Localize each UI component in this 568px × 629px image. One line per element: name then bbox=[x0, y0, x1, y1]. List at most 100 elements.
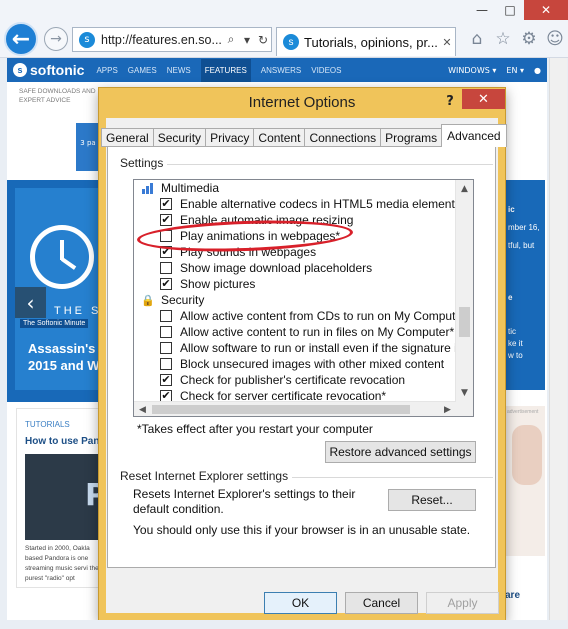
scroll-right-icon[interactable]: ▶ bbox=[439, 402, 456, 416]
promo-box[interactable]: 3 pa bbox=[76, 123, 100, 171]
dialog-close-button[interactable]: ✕ bbox=[462, 89, 505, 109]
settings-option[interactable]: Show image download placeholders bbox=[160, 260, 372, 276]
settings-option[interactable]: Allow software to run or install even if… bbox=[160, 340, 473, 356]
settings-option-label: Enable alternative codecs in HTML5 media… bbox=[180, 197, 466, 211]
settings-horizontal-scrollbar[interactable]: ◀ ▶ bbox=[134, 401, 456, 416]
nav-games[interactable]: GAMES bbox=[128, 60, 157, 81]
settings-list[interactable]: Multimedia ✔ Enable alternative codecs in … bbox=[133, 179, 474, 417]
reset-description: Resets Internet Explorer's settings to t… bbox=[133, 487, 356, 516]
tutorial-image[interactable]: P bbox=[25, 454, 107, 540]
settings-vertical-scrollbar[interactable]: ▲ ▼ bbox=[455, 180, 473, 401]
ad-label: advertisement bbox=[507, 409, 539, 415]
settings-option[interactable]: ✔ Check for publisher's certificate revoc… bbox=[160, 372, 405, 388]
softonic-logo-icon: s bbox=[13, 63, 27, 77]
smiley-icon[interactable]: ☺ bbox=[544, 28, 566, 50]
restart-note: *Takes effect after you restart your com… bbox=[137, 422, 373, 436]
gear-icon[interactable]: ⚙ bbox=[518, 28, 540, 50]
browser-tab[interactable]: s Tutorials, opinions, pr... ✕ bbox=[276, 27, 456, 56]
softonic-logo[interactable]: s softonic bbox=[13, 62, 84, 78]
dropdown-arrow-icon[interactable]: ▾ bbox=[239, 33, 255, 47]
search-icon[interactable]: ⌕ bbox=[223, 32, 239, 47]
checked-checkbox[interactable]: ✔ bbox=[160, 214, 172, 226]
unchecked-checkbox[interactable] bbox=[160, 342, 172, 354]
apply-button[interactable]: Apply bbox=[426, 592, 499, 614]
right-col-line6: ke it bbox=[508, 339, 523, 348]
chevron-left-icon: ‹ bbox=[26, 290, 35, 315]
tab-advanced[interactable]: Advanced bbox=[441, 124, 507, 147]
settings-option-label: Security bbox=[161, 293, 205, 307]
right-col-line1: ic bbox=[508, 205, 515, 214]
reset-button[interactable]: Reset... bbox=[388, 489, 476, 511]
nav-answers[interactable]: ANSWERS bbox=[261, 60, 301, 81]
settings-option[interactable]: ✔ Show pictures bbox=[160, 276, 255, 292]
scroll-left-icon[interactable]: ◀ bbox=[134, 402, 151, 416]
scroll-down-icon[interactable]: ▼ bbox=[456, 384, 473, 401]
tutorial-tag[interactable]: TUTORIALS bbox=[25, 420, 70, 429]
hero-title[interactable]: Assassin's Cre 2015 and Win bbox=[28, 340, 100, 374]
tab-content[interactable]: Content bbox=[253, 128, 306, 147]
minimize-button[interactable]: — bbox=[468, 0, 496, 20]
checked-checkbox[interactable]: ✔ bbox=[160, 374, 172, 386]
unchecked-checkbox[interactable] bbox=[160, 358, 172, 370]
tab-general[interactable]: General bbox=[101, 128, 154, 147]
tab-security[interactable]: Security bbox=[152, 128, 207, 147]
close-window-button[interactable]: ✕ bbox=[524, 0, 568, 20]
windows-selector[interactable]: WINDOWS ▾ bbox=[448, 66, 496, 75]
settings-option[interactable]: Block unsecured images with other mixed … bbox=[160, 356, 444, 372]
vertical-scroll-thumb[interactable] bbox=[459, 307, 470, 337]
site-favicon-icon: s bbox=[79, 31, 95, 48]
settings-category-multimedia: Multimedia bbox=[141, 180, 219, 196]
unchecked-checkbox[interactable] bbox=[160, 310, 172, 322]
tab-programs[interactable]: Programs bbox=[380, 128, 443, 147]
forward-button[interactable]: → bbox=[44, 27, 68, 51]
address-bar[interactable]: s http://features.en.so... ⌕ ▾ ↻ bbox=[72, 27, 272, 52]
checked-checkbox[interactable]: ✔ bbox=[160, 278, 172, 290]
back-button[interactable]: ← bbox=[4, 22, 38, 56]
forward-arrow-icon: → bbox=[50, 31, 62, 47]
carousel-prev-button[interactable]: ‹ bbox=[15, 287, 46, 318]
nav-features[interactable]: FEATURES bbox=[200, 58, 251, 82]
horizontal-scroll-thumb[interactable] bbox=[152, 405, 410, 414]
settings-group-label: Settings bbox=[120, 156, 168, 170]
dialog-help-button[interactable]: ? bbox=[439, 90, 461, 112]
refresh-icon[interactable]: ↻ bbox=[255, 33, 271, 47]
logo-text: softonic bbox=[30, 62, 85, 78]
address-url[interactable]: http://features.en.so... bbox=[101, 33, 223, 47]
right-col-line5: tic bbox=[508, 327, 516, 336]
language-label: EN bbox=[506, 65, 518, 75]
settings-option[interactable]: Allow active content from CDs to run on … bbox=[160, 308, 471, 324]
settings-option-label: Block unsecured images with other mixed … bbox=[180, 357, 445, 371]
checked-checkbox[interactable]: ✔ bbox=[160, 198, 172, 210]
windows-label: WINDOWS bbox=[448, 65, 490, 75]
right-col-line2: mber 16, bbox=[508, 223, 540, 232]
settings-option[interactable]: Allow active content to run in files on … bbox=[160, 324, 454, 340]
tab-privacy[interactable]: Privacy bbox=[205, 128, 255, 147]
settings-group-line bbox=[166, 164, 493, 165]
favorites-star-icon[interactable]: ☆ bbox=[492, 28, 514, 50]
tab-close-icon[interactable]: ✕ bbox=[439, 36, 455, 49]
right-col-line3: tful, but bbox=[508, 241, 535, 250]
tab-favicon-icon: s bbox=[283, 34, 299, 50]
scrollbar-corner bbox=[456, 401, 473, 416]
window-controls: — □ ✕ bbox=[468, 0, 568, 22]
settings-option-label: Show pictures bbox=[180, 277, 256, 291]
maximize-button[interactable]: □ bbox=[496, 0, 524, 20]
unchecked-checkbox[interactable] bbox=[160, 262, 172, 274]
home-icon[interactable]: ⌂ bbox=[466, 28, 488, 50]
scroll-up-icon[interactable]: ▲ bbox=[456, 180, 473, 197]
page-scrollbar[interactable] bbox=[549, 58, 567, 629]
tab-title: Tutorials, opinions, pr... bbox=[304, 34, 438, 50]
user-icon[interactable]: ● bbox=[534, 66, 541, 75]
nav-apps[interactable]: APPS bbox=[96, 60, 117, 81]
ok-button[interactable]: OK bbox=[264, 592, 337, 614]
nav-news[interactable]: NEWS bbox=[167, 60, 191, 81]
right-col-bottom-link[interactable]: are bbox=[505, 590, 520, 601]
nav-videos[interactable]: VIDEOS bbox=[311, 60, 341, 81]
restore-advanced-settings-button[interactable]: Restore advanced settings bbox=[325, 441, 476, 463]
tab-connections[interactable]: Connections bbox=[304, 128, 382, 147]
reset-group-label: Reset Internet Explorer settings bbox=[120, 469, 293, 483]
language-selector[interactable]: EN ▾ bbox=[506, 66, 524, 75]
unchecked-checkbox[interactable] bbox=[160, 326, 172, 338]
cancel-button[interactable]: Cancel bbox=[345, 592, 418, 614]
settings-option[interactable]: ✔ Enable alternative codecs in HTML5 medi… bbox=[160, 196, 465, 212]
